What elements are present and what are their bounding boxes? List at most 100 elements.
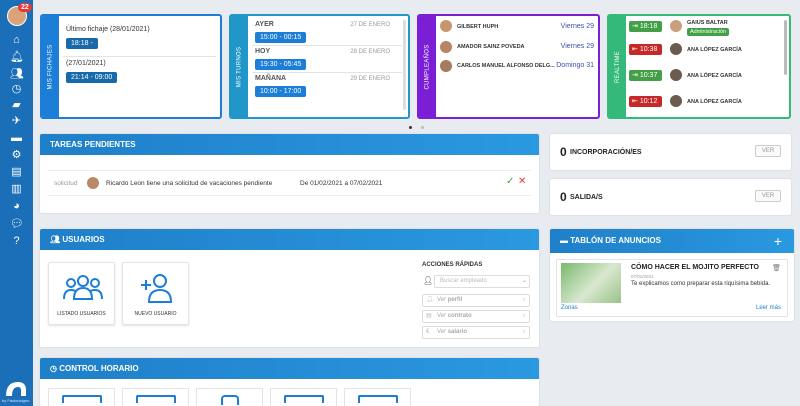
approve-icon[interactable]: ✓	[506, 176, 514, 187]
avatar	[440, 41, 452, 53]
control-tile[interactable]	[196, 388, 263, 406]
add-user-icon	[141, 274, 173, 303]
announcement-item[interactable]: CÓMO HACER EL MOJITO PERFECTO 07/01/2021…	[556, 259, 788, 317]
carousel-dot[interactable]	[421, 126, 424, 129]
chevron-right-icon: ›	[523, 313, 525, 319]
prev-fichaje-label: (27/01/2021)	[66, 60, 106, 67]
user-icon: 👤︎	[426, 297, 434, 303]
avatar	[670, 95, 682, 107]
control-tile[interactable]	[270, 388, 337, 406]
chevron-down-icon: ⌄	[522, 278, 528, 284]
employee-search-input[interactable]: Buscar empleado	[434, 275, 530, 288]
carousel-dot-active[interactable]	[409, 126, 412, 129]
document-icon[interactable]: ▥	[10, 183, 23, 196]
clipboard-icon[interactable]: ▤	[10, 166, 23, 179]
chevron-right-icon: ›	[523, 329, 525, 335]
home-icon[interactable]: ⌂	[10, 34, 23, 47]
anuncios-card: ▬ TABLÓN DE ANUNCIOS + CÓMO HACER EL MOJ…	[550, 229, 794, 321]
realtime-name: ANA LÓPEZ GARCÍA	[687, 47, 742, 53]
listado-usuarios-tile[interactable]: LISTADO USUARIOS	[48, 262, 115, 325]
clock-icon[interactable]: ◷	[10, 83, 23, 96]
turno-day: HOY	[255, 48, 271, 55]
add-announcement-icon[interactable]: +	[774, 229, 782, 253]
realtime-tag: Administración	[687, 28, 730, 36]
ver-perfil-button[interactable]: 👤︎ Ver perfil ›	[422, 294, 530, 307]
clock-icon: ◷	[50, 364, 57, 373]
scrollbar[interactable]	[403, 20, 406, 110]
salida-ver-button[interactable]: VER	[755, 190, 781, 202]
tile-label: LISTADO USUARIOS	[57, 311, 106, 317]
bell-icon[interactable]: 🔔︎	[10, 51, 24, 64]
task-type: solicitud	[54, 180, 78, 187]
divider	[63, 56, 216, 57]
users-icon: 👥︎	[50, 235, 61, 244]
control-tile[interactable]	[344, 388, 411, 406]
tile-label: NUEVO USUARIO	[134, 311, 177, 317]
tareas-card: TAREAS PENDIENTES solicitud Ricardo Leon…	[40, 134, 539, 213]
usuarios-header: 👥︎ USUARIOS	[40, 229, 539, 250]
realtime-name: GAIUS BALTAR	[687, 20, 728, 26]
turno-day: AYER	[255, 21, 274, 28]
cumple-day: Domingo 31	[556, 62, 594, 69]
divider	[252, 72, 402, 73]
briefcase-icon[interactable]: ▰	[10, 99, 23, 112]
brand-text: by Factorialgeo	[2, 398, 30, 403]
ver-contrato-button[interactable]: ▤ Ver contrato ›	[422, 310, 530, 323]
incorporacion-card: 0 INCORPORACIÓN/ES VER	[550, 134, 791, 170]
task-dates: De 01/02/2021 a 07/02/2021	[300, 180, 383, 187]
user-icon: 👤︎	[423, 276, 434, 285]
realtime-entry-badge: ⇥ 18:18	[629, 21, 662, 32]
prev-fichaje-value: 21:14 - 09:00	[66, 72, 118, 83]
turno-range: 19:30 - 05:45	[255, 59, 307, 70]
control-tile[interactable]	[48, 388, 115, 406]
tareas-header: TAREAS PENDIENTES	[40, 134, 539, 155]
avatar	[670, 69, 682, 81]
turno-range: 15:00 - 00:15	[255, 32, 307, 43]
control-horario-header: ◷ CONTROL HORARIO	[40, 358, 539, 379]
fichajes-widget: MIS FICHAJES Último fichaje (28/01/2021)…	[40, 14, 222, 119]
realtime-tab: REALTIME	[609, 16, 626, 117]
document-icon: ▤	[426, 313, 432, 319]
cumple-tab: CUMPLEAÑOS	[419, 16, 436, 117]
anuncios-header: ▬ TABLÓN DE ANUNCIOS +	[550, 229, 794, 253]
realtime-name: ANA LÓPEZ GARCÍA	[687, 99, 742, 105]
last-fichaje-label: Último fichaje (28/01/2021)	[66, 26, 150, 33]
reject-icon[interactable]: ✕	[518, 176, 526, 187]
incorporacion-count: 0	[560, 145, 567, 159]
turnos-widget: MIS TURNOS AYER 27 DE ENERO 15:00 - 00:1…	[229, 14, 410, 119]
plane-icon[interactable]: ✈	[10, 115, 23, 128]
turno-date: 27 DE ENERO	[350, 22, 390, 28]
gear-icon[interactable]: ⚙	[10, 149, 23, 162]
task-row[interactable]: solicitud Ricardo Leon tiene una solicit…	[48, 170, 531, 196]
fichajes-tab: MIS FICHAJES	[42, 16, 59, 117]
nuevo-usuario-tile[interactable]: NUEVO USUARIO	[122, 262, 189, 325]
euro-icon: €	[426, 329, 430, 335]
turno-date: 29 DE ENERO	[350, 76, 390, 82]
zonas-link[interactable]: Zonas	[561, 305, 578, 311]
turno-date: 28 DE ENERO	[350, 49, 390, 55]
realtime-name: ANA LÓPEZ GARCÍA	[687, 73, 742, 79]
chevron-right-icon: ›	[523, 297, 525, 303]
realtime-entry-badge: ⇥ 10:37	[629, 70, 662, 81]
realtime-exit-badge: ⇤ 10:38	[629, 44, 662, 55]
newspaper-icon: ▬	[560, 236, 568, 245]
help-icon[interactable]: ?	[10, 235, 23, 248]
scrollbar[interactable]	[784, 20, 787, 75]
turno-range: 10:00 - 17:00	[255, 86, 307, 97]
trash-icon[interactable]: 🗑︎	[772, 264, 781, 272]
avatar	[670, 43, 682, 55]
announcement-title: CÓMO HACER EL MOJITO PERFECTO	[631, 264, 759, 271]
announcement-image	[561, 263, 621, 303]
pie-chart-icon[interactable]: ◕	[10, 200, 23, 213]
chat-icon[interactable]: 💬︎	[10, 218, 24, 231]
turnos-tab: MIS TURNOS	[231, 16, 248, 117]
ver-salario-button[interactable]: € Ver salario ›	[422, 326, 530, 339]
leer-mas-link[interactable]: Leer más	[756, 305, 781, 311]
acciones-rapidas-title: ACCIONES RÁPIDAS	[422, 262, 483, 268]
last-fichaje-value: 18:18 -	[66, 38, 98, 49]
control-tile[interactable]	[122, 388, 189, 406]
incorporacion-ver-button[interactable]: VER	[755, 145, 781, 157]
cumple-name: AMADOR SAINZ POVEDA	[457, 44, 525, 50]
folder-icon[interactable]: ▬	[10, 132, 23, 145]
users-icon[interactable]: 👥︎	[10, 68, 24, 81]
